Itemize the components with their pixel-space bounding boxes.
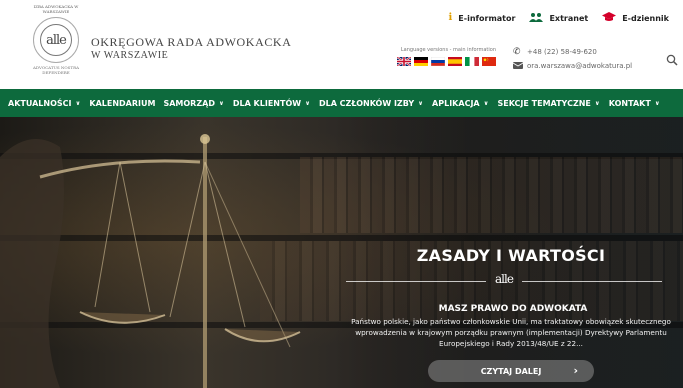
graduation-cap-icon xyxy=(602,11,617,25)
language-label: Language versions - main information xyxy=(400,47,496,53)
italian-flag-icon[interactable] xyxy=(465,57,479,66)
email-row[interactable]: ora.warszawa@adwokatura.pl xyxy=(512,59,633,73)
nav-item-label: APLIKACJA xyxy=(432,98,480,108)
search-button[interactable] xyxy=(666,51,680,66)
divider-right xyxy=(522,281,662,282)
page: ℹ E-informator Extranet E-dziennik IZBA … xyxy=(0,0,683,388)
german-flag-icon[interactable] xyxy=(414,57,428,66)
chevron-down-icon: ∨ xyxy=(483,99,489,107)
nav-item-kalendarium[interactable]: KALENDARIUM xyxy=(89,99,155,108)
divider-left xyxy=(346,281,486,282)
e-dziennik-link[interactable]: E-dziennik xyxy=(602,11,669,25)
organization-name[interactable]: Okręgowa Rada Adwokacka w Warszawie xyxy=(91,35,291,63)
phone-number: +48 (22) 58-49-620 xyxy=(527,48,597,56)
phone-icon: ✆ xyxy=(513,47,521,57)
chevron-down-icon: ∨ xyxy=(218,99,224,107)
site-logo[interactable]: IZBA ADWOKACKA W WARSZAWIE alle ADVOCATU… xyxy=(26,4,86,86)
nav-item-aplikacja[interactable]: APLIKACJA ∨ xyxy=(432,99,488,108)
nav-item-label: KALENDARIUM xyxy=(89,98,156,108)
read-more-button[interactable]: CZYTAJ DALEJ › xyxy=(428,360,594,382)
extranet-link[interactable]: Extranet xyxy=(529,12,588,25)
organization-name-line2: w Warszawie xyxy=(91,50,169,61)
chevron-down-icon: ∨ xyxy=(654,99,660,107)
info-icon: ℹ xyxy=(448,12,453,23)
hero-description: Państwo polskie, jako państwo członkowsk… xyxy=(351,317,671,348)
e-informator-label: E-informator xyxy=(458,13,516,23)
chevron-down-icon: ∨ xyxy=(75,99,81,107)
hero-subtitle: MASZ PRAWO DO ADWOKATA xyxy=(438,304,588,314)
nav-item-label: SEKCJE TEMATYCZNE xyxy=(497,98,591,108)
chinese-flag-icon[interactable] xyxy=(482,57,496,66)
hero-title: ZASADY I WARTOŚCI xyxy=(416,246,606,265)
chevron-down-icon: ∨ xyxy=(594,99,600,107)
nav-item-label: DLA CZŁONKÓW IZBY xyxy=(318,98,415,108)
logo-mark: alle xyxy=(40,24,72,56)
logo-bottom-text: ADVOCATUS NOSTRA DEFENDERE xyxy=(33,65,79,75)
read-more-label: CZYTAJ DALEJ xyxy=(480,366,542,376)
users-icon xyxy=(529,12,544,25)
phone-row[interactable]: ✆ +48 (22) 58-49-620 xyxy=(513,45,632,59)
chevron-down-icon: ∨ xyxy=(418,99,424,107)
nav-item-sekcje-tematyczne[interactable]: SEKCJE TEMATYCZNE ∨ xyxy=(497,99,599,108)
contact-info: ✆ +48 (22) 58-49-620 ora.warszawa@adwoka… xyxy=(512,45,633,73)
nav-item-label: AKTUALNOŚCI xyxy=(8,98,72,108)
e-dziennik-label: E-dziennik xyxy=(622,13,669,23)
english-flag-icon[interactable] xyxy=(397,57,411,66)
nav-item-kontakt[interactable]: KONTAKT ∨ xyxy=(609,99,660,108)
language-versions: Language versions - main information xyxy=(376,47,496,66)
spanish-flag-icon[interactable] xyxy=(448,57,462,66)
e-informator-link[interactable]: ℹ E-informator xyxy=(448,13,515,23)
chevron-down-icon: ∨ xyxy=(305,99,310,107)
extranet-label: Extranet xyxy=(549,13,589,23)
search-icon xyxy=(666,54,678,66)
adwokatura-logo-icon: alle xyxy=(495,272,514,286)
nav-item-samorzad[interactable]: SAMORZĄD ∨ xyxy=(163,99,223,108)
top-utility-bar: ℹ E-informator Extranet E-dziennik xyxy=(448,8,683,28)
nav-item-label: DLA KLIENTÓW xyxy=(232,98,302,108)
hero-slider: ZASADY I WARTOŚCI alle MASZ PRAWO DO ADW… xyxy=(0,117,683,388)
nav-item-label: KONTAKT xyxy=(608,98,651,108)
nav-item-aktualnosci[interactable]: AKTUALNOŚCI ∨ xyxy=(8,99,80,108)
main-navigation: AKTUALNOŚCI ∨ KALENDARIUM SAMORZĄD ∨ DLA K… xyxy=(0,89,683,117)
logo-emblem-icon: alle xyxy=(33,17,79,63)
nav-item-dla-czlonkow-izby[interactable]: DLA CZŁONKÓW IZBY ∨ xyxy=(319,99,423,108)
organization-name-line1: Okręgowa Rada Adwokacka xyxy=(91,35,292,49)
scales-of-justice-illustration xyxy=(0,134,301,388)
site-header: ℹ E-informator Extranet E-dziennik IZBA … xyxy=(0,0,683,88)
nav-item-dla-klientow[interactable]: DLA KLIENTÓW ∨ xyxy=(233,99,310,108)
logo-top-text: IZBA ADWOKACKA W WARSZAWIE xyxy=(33,4,79,14)
envelope-icon xyxy=(512,61,527,72)
nav-item-label: SAMORZĄD xyxy=(163,98,215,108)
russian-flag-icon[interactable] xyxy=(431,57,445,66)
chevron-right-icon: › xyxy=(573,364,578,377)
flag-list xyxy=(376,57,496,66)
email-address: ora.warszawa@adwokatura.pl xyxy=(527,62,633,70)
